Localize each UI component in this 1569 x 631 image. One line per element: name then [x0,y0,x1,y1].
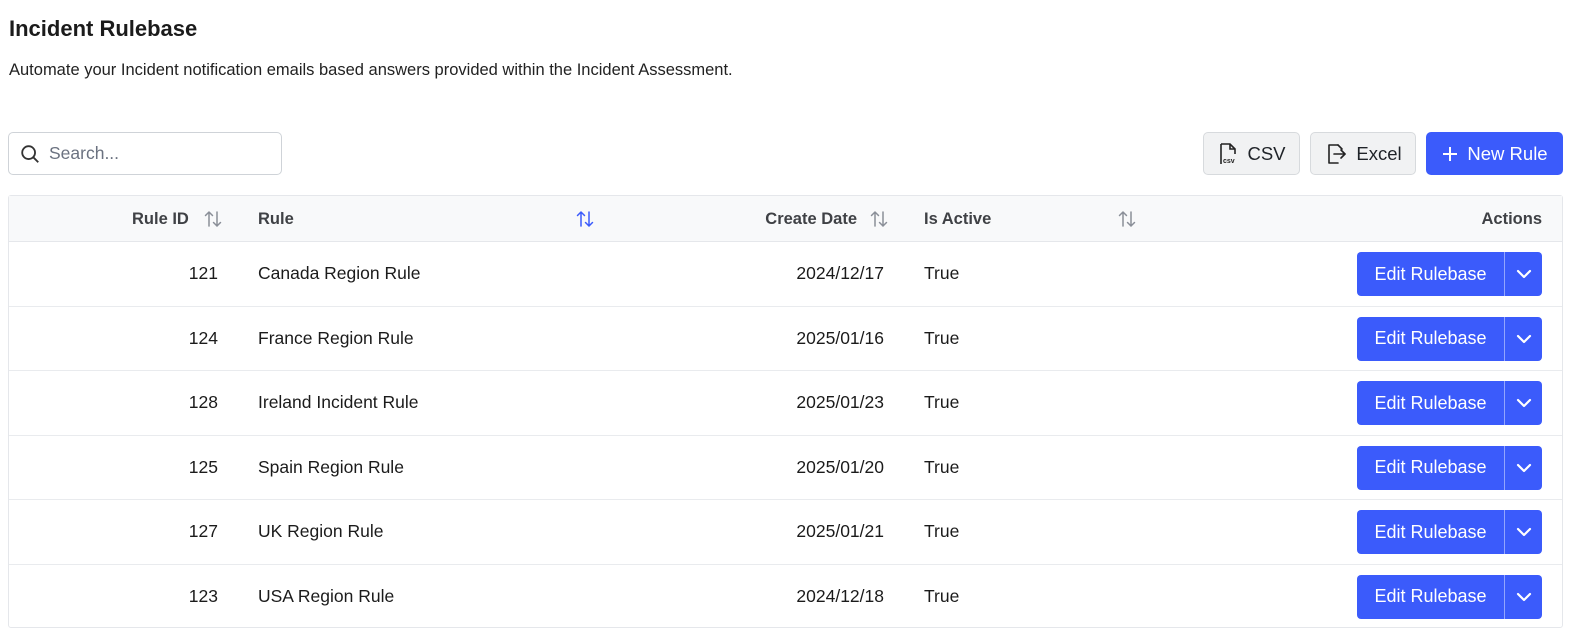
edit-rulebase-split-button: Edit Rulebase [1357,445,1542,490]
cell-rule-id: 125 [188,456,218,477]
chevron-down-icon [1516,463,1531,472]
cell-is-active: True [924,456,960,477]
csv-file-icon: csv [1220,142,1237,165]
cell-rule-id: 123 [188,586,218,607]
column-header-rule-id[interactable]: Rule ID [132,196,189,242]
edit-rulebase-split-button: Edit Rulebase [1357,381,1542,425]
column-header-create-date[interactable]: Create Date [765,196,857,242]
sort-icon[interactable] [203,210,223,228]
cell-create-date: 2024/12/17 [796,263,884,284]
table-row: 125 Spain Region Rule 2025/01/20 True Ed… [9,436,1562,500]
edit-rulebase-button[interactable]: Edit Rulebase [1357,510,1504,554]
sort-icon[interactable] [1117,210,1137,228]
table-header: Rule ID Rule Create Date Is Active Actio… [9,196,1562,242]
csv-label: CSV [1247,142,1286,164]
cell-is-active: True [924,263,960,284]
cell-rule-id: 121 [188,263,218,284]
new-rule-button[interactable]: New Rule [1426,132,1563,175]
excel-label: Excel [1356,142,1402,164]
column-header-actions: Actions [1481,209,1542,228]
sort-icon-active[interactable] [575,210,595,228]
chevron-down-icon [1516,269,1531,279]
actions-dropdown-toggle[interactable] [1504,252,1542,296]
cell-rule-id: 128 [188,392,218,413]
actions-dropdown-toggle[interactable] [1504,445,1542,490]
chevron-down-icon [1516,398,1531,408]
edit-rulebase-button[interactable]: Edit Rulebase [1357,381,1504,425]
page-title: Incident Rulebase [9,16,198,41]
cell-create-date: 2025/01/20 [796,456,884,477]
edit-rulebase-split-button: Edit Rulebase [1357,574,1542,619]
column-header-rule[interactable]: Rule [258,196,294,242]
table-row: 124 France Region Rule 2025/01/16 True E… [9,307,1562,371]
edit-rulebase-button[interactable]: Edit Rulebase [1357,574,1504,619]
table-row: 121 Canada Region Rule 2024/12/17 True E… [9,242,1562,307]
cell-rule-name: Spain Region Rule [258,456,404,477]
table-row: 128 Ireland Incident Rule 2025/01/23 Tru… [9,371,1562,436]
search-box[interactable] [8,132,282,175]
cell-is-active: True [924,327,960,348]
edit-rulebase-split-button: Edit Rulebase [1357,252,1542,296]
cell-rule-name: USA Region Rule [258,586,395,607]
cell-is-active: True [924,521,960,542]
edit-rulebase-split-button: Edit Rulebase [1357,510,1542,554]
search-input[interactable] [49,143,269,164]
cell-is-active: True [924,586,960,607]
chevron-down-icon [1516,592,1531,601]
edit-rulebase-button[interactable]: Edit Rulebase [1357,252,1504,296]
cell-rule-name: Ireland Incident Rule [258,392,419,413]
actions-dropdown-toggle[interactable] [1504,316,1542,361]
edit-rulebase-button[interactable]: Edit Rulebase [1357,445,1504,490]
cell-rule-id: 124 [188,327,218,348]
cell-create-date: 2025/01/16 [796,327,884,348]
cell-create-date: 2025/01/21 [796,521,884,542]
page: Incident Rulebase Automate your Incident… [0,0,1569,631]
table-row: 123 USA Region Rule 2024/12/18 True Edit… [9,565,1562,630]
search-icon [21,144,39,163]
cell-rule-id: 127 [188,521,218,542]
actions-dropdown-toggle[interactable] [1504,381,1542,425]
cell-create-date: 2025/01/23 [796,392,884,413]
sort-icon[interactable] [869,210,889,228]
column-header-is-active[interactable]: Is Active [924,196,991,242]
cell-create-date: 2024/12/18 [796,586,884,607]
cell-rule-name: Canada Region Rule [258,263,421,284]
export-excel-button[interactable]: Excel [1310,132,1416,175]
actions-dropdown-toggle[interactable] [1504,574,1542,619]
new-rule-label: New Rule [1467,142,1548,164]
export-csv-button[interactable]: csv CSV [1203,132,1300,175]
edit-rulebase-split-button: Edit Rulebase [1357,316,1542,361]
rules-table: Rule ID Rule Create Date Is Active Actio… [8,195,1563,628]
edit-rulebase-button[interactable]: Edit Rulebase [1357,316,1504,361]
svg-text:csv: csv [1223,158,1235,165]
chevron-down-icon [1516,334,1531,343]
export-icon [1328,143,1347,164]
table-row: 127 UK Region Rule 2025/01/21 True Edit … [9,500,1562,565]
plus-icon [1443,146,1458,161]
cell-rule-name: France Region Rule [258,327,414,348]
cell-rule-name: UK Region Rule [258,521,384,542]
actions-dropdown-toggle[interactable] [1504,510,1542,554]
cell-is-active: True [924,392,960,413]
chevron-down-icon [1516,527,1531,537]
page-subtitle: Automate your Incident notification emai… [9,61,733,79]
